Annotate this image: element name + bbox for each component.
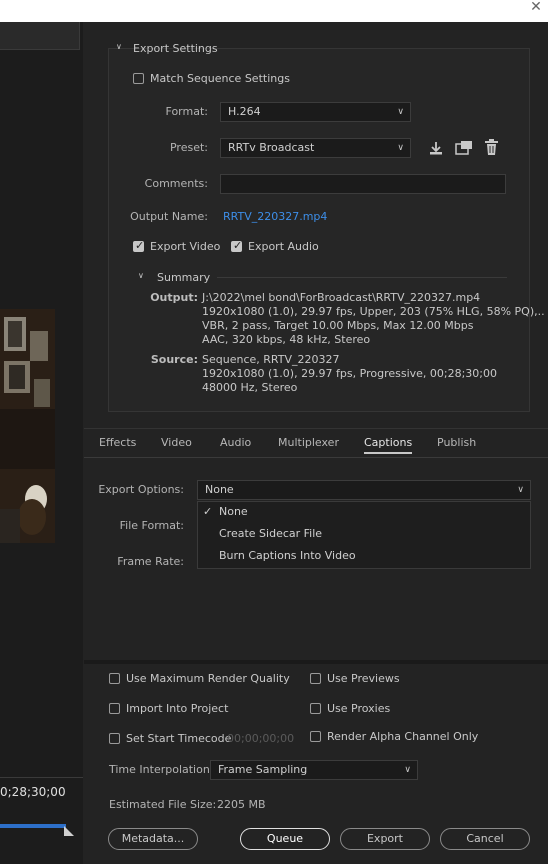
cancel-button[interactable]: Cancel — [440, 828, 530, 850]
summary-output-line: VBR, 2 pass, Target 10.00 Mbps, Max 12.0… — [202, 319, 474, 332]
export-settings-header: Export Settings — [133, 42, 218, 55]
export-options-menu: ✓ None Create Sidecar File Burn Captions… — [197, 501, 531, 569]
preview-playhead-handle[interactable] — [64, 826, 74, 836]
preset-label: Preset: — [169, 141, 208, 154]
summary-output-line: J:\2022\mel bond\ForBroadcast\RRTV_22032… — [202, 291, 481, 304]
output-name-link[interactable]: RRTV_220327.mp4 — [223, 210, 327, 223]
tabs-bottom-divider — [84, 457, 548, 458]
format-dropdown[interactable]: H.264 ∨ — [220, 102, 411, 122]
export-options-dropdown[interactable]: None ∨ — [197, 480, 531, 500]
export-video-checkbox[interactable] — [133, 239, 144, 252]
format-label: Format: — [165, 105, 208, 118]
time-interpolation-label: Time Interpolation: — [109, 763, 214, 776]
preview-scrubber-track[interactable] — [0, 824, 66, 828]
tabs-top-divider — [84, 428, 548, 429]
format-value: H.264 — [228, 105, 261, 118]
title-bar — [0, 0, 548, 22]
tab-audio[interactable]: Audio — [220, 436, 251, 449]
summary-chevron-icon[interactable]: ∨ — [138, 271, 144, 280]
tab-captions[interactable]: Captions — [364, 436, 413, 454]
export-options-value: None — [205, 483, 234, 496]
menu-item-create-sidecar[interactable]: Create Sidecar File — [219, 527, 322, 540]
use-proxies-label: Use Proxies — [327, 702, 391, 715]
max-render-quality-checkbox[interactable] — [109, 673, 120, 684]
export-options-label: Export Options: — [98, 483, 184, 496]
summary-output-text: J:\2022\mel bond\ForBroadcast\RRTV_22032… — [202, 291, 545, 347]
summary-output-line: AAC, 320 kbps, 48 kHz, Stereo — [202, 333, 371, 346]
menu-item-burn-captions[interactable]: Burn Captions Into Video — [219, 549, 356, 562]
export-video-label: Export Video — [150, 240, 221, 253]
save-preset-icon[interactable] — [428, 140, 444, 156]
queue-button[interactable]: Queue — [240, 828, 330, 850]
file-format-label: File Format: — [119, 519, 184, 532]
frame-rate-label: Frame Rate: — [117, 555, 184, 568]
summary-output-label: Output: — [150, 291, 198, 304]
summary-divider — [217, 277, 507, 278]
preview-timecode: 0;28;30;00 — [0, 785, 66, 799]
set-start-timecode-label: Set Start Timecode — [126, 732, 232, 745]
tab-publish[interactable]: Publish — [437, 436, 476, 449]
comments-label: Comments: — [144, 177, 208, 190]
collapse-chevron-icon[interactable]: ∨ — [116, 42, 122, 51]
chevron-down-icon: ∨ — [397, 107, 404, 117]
estimated-size-label: Estimated File Size: — [109, 798, 217, 811]
use-proxies-checkbox[interactable] — [310, 703, 321, 714]
chevron-down-icon: ∨ — [404, 765, 411, 775]
tab-multiplexer[interactable]: Multiplexer — [278, 436, 339, 449]
preset-value: RRTv Broadcast — [228, 141, 315, 154]
summary-source-line: 1920x1080 (1.0), 29.97 fps, Progressive,… — [202, 367, 498, 380]
summary-source-label: Source: — [150, 353, 198, 366]
export-audio-label: Export Audio — [248, 240, 319, 253]
output-name-label: Output Name: — [130, 210, 208, 223]
checkmark-icon: ✓ — [203, 505, 213, 518]
start-timecode-field[interactable]: 00;00;00;00 — [227, 732, 294, 745]
use-previews-label: Use Previews — [327, 672, 400, 685]
delete-preset-icon[interactable] — [484, 139, 499, 156]
use-previews-checkbox[interactable] — [310, 673, 321, 684]
comments-input[interactable] — [220, 174, 506, 194]
chevron-down-icon: ∨ — [517, 485, 524, 495]
preset-dropdown[interactable]: RRTv Broadcast ∨ — [220, 138, 411, 158]
render-alpha-label: Render Alpha Channel Only — [327, 730, 479, 743]
set-start-timecode-checkbox[interactable] — [109, 733, 120, 744]
summary-source-line: 48000 Hz, Stereo — [202, 381, 298, 394]
summary-source-line: Sequence, RRTV_220327 — [202, 353, 340, 366]
tab-video[interactable]: Video — [161, 436, 192, 449]
import-into-project-label: Import Into Project — [126, 702, 229, 715]
lower-panel-divider — [84, 660, 548, 664]
max-render-quality-label: Use Maximum Render Quality — [126, 672, 290, 685]
import-preset-icon[interactable] — [455, 140, 473, 156]
metadata-button[interactable]: Metadata... — [108, 828, 198, 850]
summary-header: Summary — [157, 271, 211, 284]
estimated-size-value: 2205 MB — [217, 798, 266, 811]
import-into-project-checkbox[interactable] — [109, 703, 120, 714]
export-button[interactable]: Export — [340, 828, 430, 850]
summary-output-line: 1920x1080 (1.0), 29.97 fps, Upper, 203 (… — [202, 305, 545, 318]
menu-item-none[interactable]: None — [219, 505, 248, 518]
match-sequence-label: Match Sequence Settings — [150, 72, 290, 85]
time-interpolation-value: Frame Sampling — [218, 763, 308, 776]
export-audio-checkbox[interactable] — [231, 239, 242, 252]
preview-divider — [0, 777, 83, 778]
match-sequence-checkbox[interactable] — [133, 73, 144, 84]
time-interpolation-dropdown[interactable]: Frame Sampling ∨ — [210, 760, 418, 780]
chevron-down-icon: ∨ — [397, 143, 404, 153]
preview-video-frame — [0, 309, 55, 543]
tab-effects[interactable]: Effects — [99, 436, 136, 449]
close-icon[interactable]: ✕ — [528, 0, 544, 14]
summary-source-text: Sequence, RRTV_220327 1920x1080 (1.0), 2… — [202, 353, 497, 395]
render-alpha-checkbox[interactable] — [310, 731, 321, 742]
preview-tab-strip — [0, 22, 80, 50]
